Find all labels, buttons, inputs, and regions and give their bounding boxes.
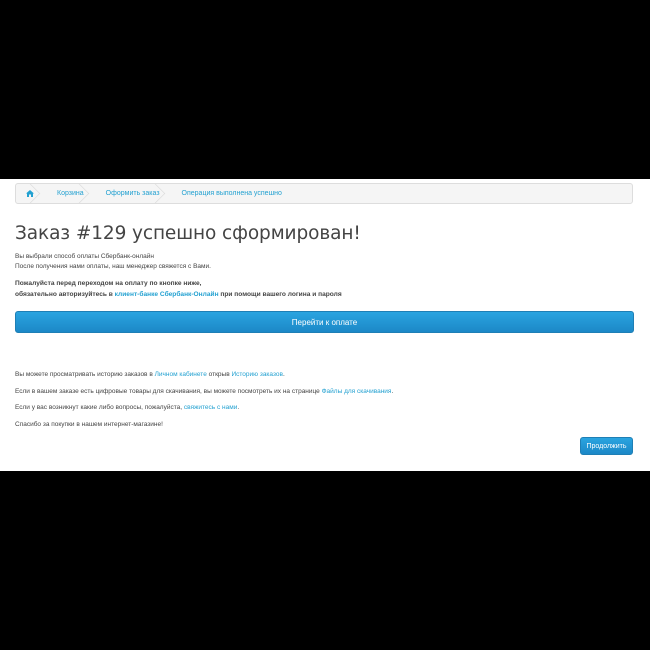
notice-prefix: обязательно авторизуйтесь в [15, 291, 115, 298]
breadcrumb-item-success[interactable]: Операция выполнена успешно [169, 184, 291, 203]
account-link[interactable]: Личном кабинете [155, 371, 207, 378]
downloads-paragraph: Если в вашем заказе есть цифровые товары… [15, 388, 393, 395]
breadcrumb-item-label: Операция выполнена успешно [181, 190, 282, 197]
payment-method-text: Вы выбрали способ оплаты Сбербанк-онлайн [15, 253, 155, 260]
manager-contact-text: После получения нами оплаты, наш менедже… [15, 263, 211, 270]
go-to-payment-button[interactable]: Перейти к оплате [15, 311, 634, 333]
home-icon [26, 190, 34, 197]
contact-paragraph: Если у вас возникнут какие либо вопросы,… [15, 404, 239, 411]
breadcrumb-item-cart[interactable]: Корзина [44, 184, 93, 203]
breadcrumb: Корзина Оформить заказ Операция выполнен… [15, 183, 633, 204]
history-mid: открыв [206, 371, 232, 378]
history-paragraph: Вы можете просматривать историю заказов … [15, 371, 285, 378]
notice-line-2: обязательно авторизуйтесь в клиент-банке… [15, 289, 342, 300]
downloads-link[interactable]: Файлы для скачивания [322, 388, 392, 395]
payment-notice: Пожалуйста перед переходом на оплату по … [15, 278, 342, 300]
downloads-suffix: . [391, 388, 394, 395]
contact-us-link[interactable]: свяжитесь с нами [184, 404, 237, 411]
thanks-paragraph: Спасибо за покупки в нашем интернет-мага… [15, 421, 163, 428]
continue-button[interactable]: Продолжить [580, 437, 633, 455]
notice-suffix: при помощи вашего логина и пароля [218, 291, 342, 298]
contact-prefix: Если у вас возникнут какие либо вопросы,… [15, 404, 184, 411]
payment-info: Вы выбрали способ оплаты Сбербанк-онлайн… [15, 252, 211, 272]
breadcrumb-home[interactable] [16, 184, 44, 203]
downloads-prefix: Если в вашем заказе есть цифровые товары… [15, 388, 322, 395]
order-history-link[interactable]: Историю заказов [231, 371, 282, 378]
notice-line-1: Пожалуйста перед переходом на оплату по … [15, 280, 202, 287]
sberbank-online-link[interactable]: клиент-банке Сбербанк-Онлайн [115, 291, 219, 298]
breadcrumb-item-checkout[interactable]: Оформить заказ [93, 184, 169, 203]
page-content: Корзина Оформить заказ Операция выполнен… [0, 179, 650, 471]
breadcrumb-item-label: Корзина [57, 190, 84, 197]
contact-suffix: . [237, 404, 240, 411]
history-prefix: Вы можете просматривать историю заказов … [15, 371, 155, 378]
history-suffix: . [282, 371, 285, 378]
breadcrumb-item-label: Оформить заказ [105, 190, 160, 197]
page-title: Заказ #129 успешно сформирован! [15, 223, 361, 244]
